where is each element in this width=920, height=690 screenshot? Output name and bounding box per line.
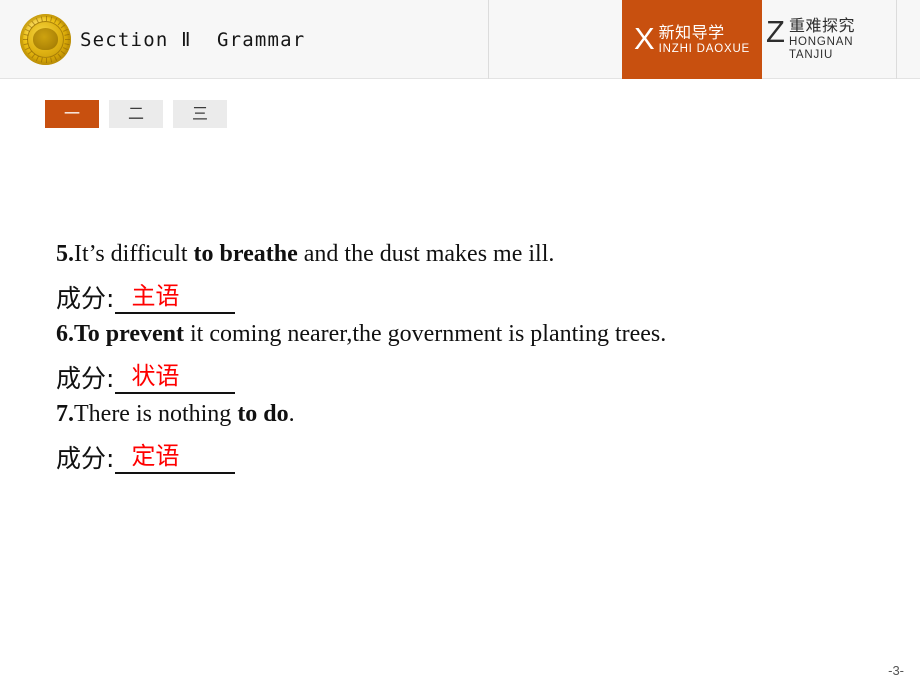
question-text: 5.It’s difficult to breathe and the dust…: [56, 236, 876, 272]
coin-tick: [64, 39, 70, 40]
coin-tick: [27, 50, 32, 55]
header-divider-right: [896, 0, 897, 79]
coin-tick: [57, 20, 62, 26]
answer-label: 成分:: [56, 284, 115, 313]
section-tab-bar: 一 二 三: [45, 100, 227, 128]
coin-tick: [22, 39, 28, 40]
question-number: 5.: [56, 241, 74, 267]
badge-content: Z 重难探究 HONGNAN TANJIU: [766, 15, 896, 62]
coin-tick: [45, 58, 47, 63]
header-divider-left: [488, 0, 489, 79]
question-text: 6.To prevent it coming nearer,the govern…: [56, 316, 876, 352]
answer-row: 成分: 状语: [56, 350, 876, 394]
badge-content: X 新知导学 INZHI DAOXUE: [633, 20, 750, 56]
badge-label-en: INZHI DAOXUE: [658, 42, 751, 55]
coin-tick: [45, 16, 47, 21]
exercise-item: 5.It’s difficult to breathe and the dust…: [56, 236, 876, 314]
badge-label-cn: 新知导学: [658, 22, 725, 42]
nav-badge-xinzhi-daoxue[interactable]: X 新知导学 INZHI DAOXUE: [622, 0, 762, 79]
coin-tick: [30, 53, 35, 59]
coin-tick: [53, 55, 57, 61]
answer-blank[interactable]: 状语: [115, 362, 236, 394]
tab-three[interactable]: 三: [173, 100, 227, 128]
coin-tick: [22, 33, 29, 36]
question-highlight: To prevent: [74, 321, 185, 347]
coin-tick: [35, 55, 39, 61]
question-before: It’s difficult: [74, 241, 194, 267]
question-after: .: [288, 401, 295, 427]
question-number: 6.: [56, 321, 74, 347]
coin-tick: [62, 28, 68, 32]
nav-badge-zhongnan-tanjiu[interactable]: Z 重难探究 HONGNAN TANJIU: [766, 0, 896, 79]
tab-one[interactable]: 一: [45, 100, 99, 128]
question-text: 7.There is nothing to do.: [56, 396, 876, 432]
slide-header: Section Ⅱ Grammar X 新知导学 INZHI DAOXUE Z …: [0, 0, 920, 79]
question-before: There is nothing: [74, 401, 238, 427]
answer-row: 成分: 定语: [56, 430, 876, 474]
exercise-item: 6.To prevent it coming nearer,the govern…: [56, 316, 876, 394]
question-highlight: to breathe: [193, 241, 298, 267]
badge-text-group: 新知导学 INZHI DAOXUE: [659, 22, 750, 56]
page-number: -3-: [888, 663, 904, 678]
tab-two[interactable]: 二: [109, 100, 163, 128]
coin-tick: [49, 57, 52, 63]
coin-tick: [62, 47, 68, 51]
badge-label-cn: 重难探究: [788, 16, 855, 35]
coin-tick: [60, 24, 65, 29]
badge-label-en: HONGNAN TANJIU: [788, 36, 854, 61]
slide-root: Section Ⅱ Grammar X 新知导学 INZHI DAOXUE Z …: [0, 0, 920, 690]
answer-label: 成分:: [56, 444, 115, 473]
gold-coin-medallion-icon: [20, 14, 71, 65]
answer-blank[interactable]: 定语: [115, 442, 236, 474]
coin-emblem: [33, 28, 58, 50]
coin-tick: [60, 50, 65, 55]
badge-letter-x: X: [633, 20, 655, 56]
answer-blank[interactable]: 主语: [115, 282, 236, 314]
question-number: 7.: [56, 401, 74, 427]
answer-value: 主语: [131, 282, 180, 310]
coin-tick: [63, 33, 70, 36]
exercise-item: 7.There is nothing to do. 成分: 定语: [56, 396, 876, 474]
question-after: it coming nearer,the government is plant…: [184, 321, 667, 347]
badge-text-group: 重难探究 HONGNAN TANJIU: [789, 15, 896, 62]
coin-tick: [40, 57, 43, 63]
coin-tick: [49, 16, 52, 22]
exercise-list: 5.It’s difficult to breathe and the dust…: [56, 236, 876, 476]
coin-tick: [53, 18, 57, 24]
answer-value: 状语: [131, 362, 180, 390]
coin-tick: [57, 53, 62, 59]
answer-value: 定语: [131, 442, 180, 470]
answer-label: 成分:: [56, 364, 115, 393]
page-title: Section Ⅱ Grammar: [80, 29, 306, 51]
question-highlight: to do: [237, 401, 289, 427]
coin-tick: [63, 43, 70, 46]
answer-row: 成分: 主语: [56, 270, 876, 314]
badge-letter-z: Z: [766, 14, 785, 49]
question-after: and the dust makes me ill.: [297, 241, 555, 267]
